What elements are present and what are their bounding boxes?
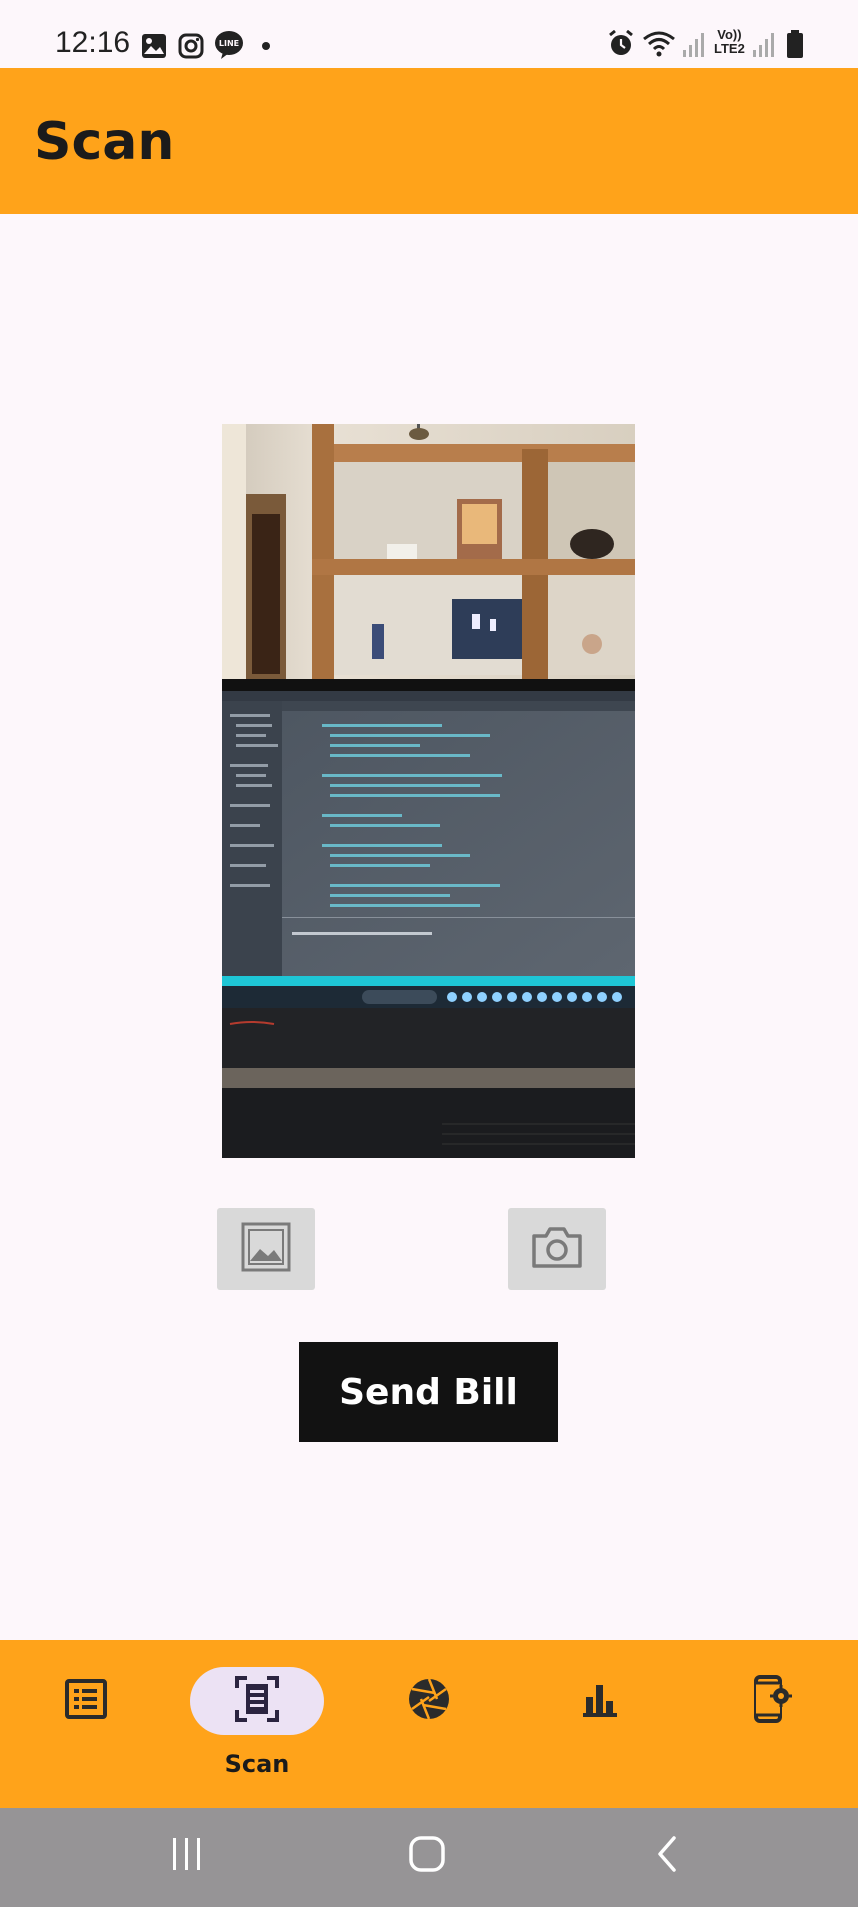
- volte-line1: Vo)): [717, 27, 742, 42]
- phone-settings-icon: [752, 1675, 792, 1727]
- nav-label-scan: Scan: [224, 1750, 290, 1778]
- captured-image-preview: [222, 424, 635, 1158]
- bottom-navigation: Scan: [0, 1640, 858, 1808]
- wifi-icon: [642, 30, 676, 58]
- svg-text:LINE: LINE: [219, 39, 239, 48]
- home-icon[interactable]: [407, 1834, 447, 1874]
- nav-item-scan[interactable]: Scan: [171, 1640, 343, 1808]
- image-icon: [141, 33, 167, 59]
- back-icon[interactable]: [652, 1834, 682, 1874]
- app-bar: Scan: [0, 68, 858, 214]
- camera-icon: [530, 1224, 584, 1274]
- nav-item-device-settings[interactable]: [686, 1640, 858, 1808]
- nav-item-list[interactable]: [0, 1640, 172, 1808]
- aperture-icon: [407, 1677, 451, 1725]
- gallery-icon: [240, 1221, 292, 1277]
- instagram-icon: [178, 33, 204, 59]
- list-icon: [65, 1679, 107, 1723]
- status-bar: 12:16 LINE Vo)) LTE2: [0, 0, 858, 68]
- line-icon: LINE: [214, 30, 244, 60]
- alarm-icon: [608, 30, 634, 58]
- page-title: Scan: [34, 112, 175, 172]
- scan-document-icon: [235, 1676, 279, 1726]
- signal-icon: [752, 32, 776, 58]
- nav-item-aperture[interactable]: [343, 1640, 515, 1808]
- bar-chart-icon: [582, 1681, 618, 1721]
- active-indicator: [190, 1667, 324, 1735]
- system-navigation-bar: [0, 1808, 858, 1907]
- signal-icon: [682, 32, 706, 58]
- status-time: 12:16: [55, 26, 131, 59]
- volte-line2: LTE2: [714, 41, 745, 56]
- send-bill-button[interactable]: Send Bill: [299, 1342, 558, 1442]
- camera-button[interactable]: [508, 1208, 606, 1290]
- recents-icon[interactable]: [170, 1834, 204, 1874]
- volte-icon: Vo)) LTE2: [714, 28, 745, 56]
- nav-item-stats[interactable]: [514, 1640, 686, 1808]
- dot-icon: [262, 42, 270, 50]
- gallery-button[interactable]: [217, 1208, 315, 1290]
- battery-icon: [786, 30, 804, 58]
